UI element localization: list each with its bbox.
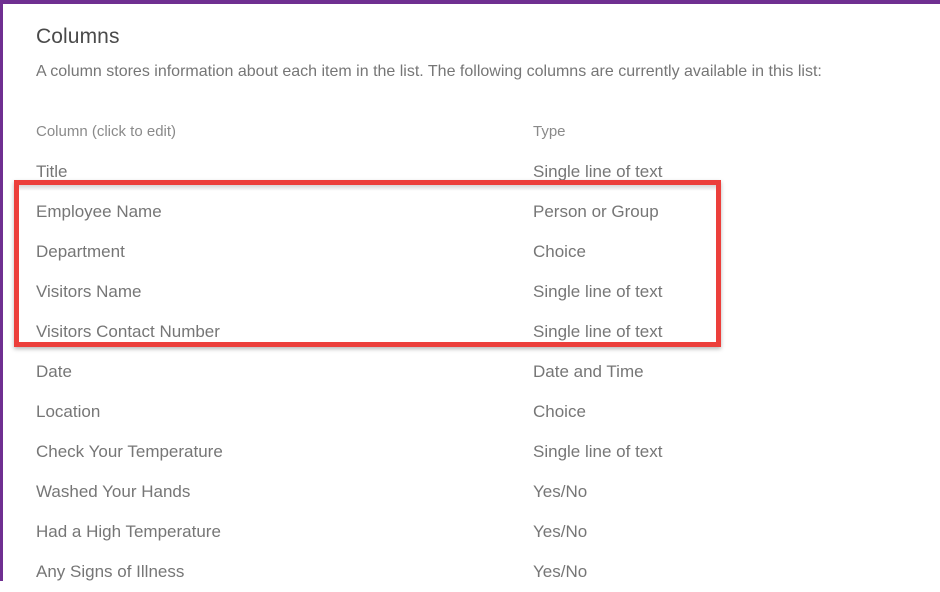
column-type-value: Yes/No — [533, 522, 588, 541]
column-type-value: Single line of text — [533, 162, 663, 181]
columns-table-header-row: Column (click to edit) Type — [3, 112, 940, 152]
column-name-link[interactable]: Date — [36, 352, 72, 392]
table-row[interactable]: Had a High Temperature Yes/No — [3, 512, 940, 552]
page-description: A column stores information about each i… — [36, 63, 822, 80]
table-row[interactable]: Date Date and Time — [3, 352, 940, 392]
column-type-value: Yes/No — [533, 482, 588, 501]
table-row[interactable]: Title Single line of text — [3, 152, 940, 192]
page-frame: Columns A column stores information abou… — [0, 0, 940, 581]
column-type-value: Single line of text — [533, 282, 663, 301]
column-type-value: Choice — [533, 402, 586, 421]
column-name-link[interactable]: Visitors Contact Number — [36, 312, 220, 352]
table-row[interactable]: Any Signs of Illness Yes/No — [3, 552, 940, 592]
column-name-link[interactable]: Employee Name — [36, 192, 162, 232]
column-name-link[interactable]: Department — [36, 232, 125, 272]
table-row[interactable]: Visitors Name Single line of text — [3, 272, 940, 312]
column-name-link[interactable]: Had a High Temperature — [36, 512, 221, 552]
column-type-value: Person or Group — [533, 202, 659, 221]
table-row[interactable]: Check Your Temperature Single line of tex… — [3, 432, 940, 472]
column-type-value: Choice — [533, 242, 586, 261]
column-header-type: Type — [533, 123, 566, 140]
table-row[interactable]: Location Choice — [3, 392, 940, 432]
table-row[interactable]: Department Choice — [3, 232, 940, 272]
table-row[interactable]: Washed Your Hands Yes/No — [3, 472, 940, 512]
column-type-value: Single line of text — [533, 442, 663, 461]
page-title: Columns — [36, 25, 120, 48]
column-name-link[interactable]: Visitors Name — [36, 272, 142, 312]
column-name-link[interactable]: Check Your Temperature — [36, 432, 223, 472]
table-row[interactable]: Employee Name Person or Group — [3, 192, 940, 232]
columns-table: Column (click to edit) Type Title Single li… — [3, 112, 940, 592]
column-type-value: Single line of text — [533, 322, 663, 341]
column-name-link[interactable]: Any Signs of Illness — [36, 552, 184, 592]
column-header-name: Column (click to edit) — [36, 123, 177, 140]
column-type-value: Yes/No — [533, 562, 588, 581]
table-row[interactable]: Visitors Contact Number Single line of te… — [3, 312, 940, 352]
column-name-link[interactable]: Washed Your Hands — [36, 472, 190, 512]
column-type-value: Date and Time — [533, 362, 644, 381]
column-name-link[interactable]: Title — [36, 152, 68, 192]
column-name-link[interactable]: Location — [36, 392, 100, 432]
columns-settings-page: Columns A column stores information abou… — [3, 4, 940, 581]
